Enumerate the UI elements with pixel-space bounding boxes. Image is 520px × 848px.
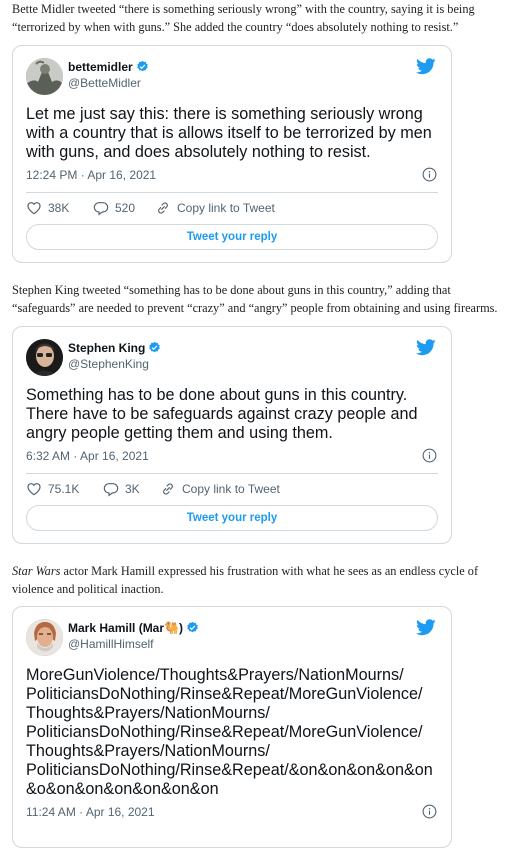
link-icon — [160, 481, 176, 497]
tweet-timestamp[interactable]: 11:24 AM · Apr 16, 2021 — [26, 805, 155, 819]
twitter-bird-icon[interactable] — [416, 619, 436, 641]
tweet-actions: 75.1K 3K Copy link to Tweet — [26, 479, 436, 499]
copy-link-button[interactable]: Copy link to Tweet — [160, 479, 280, 499]
tweet-header: bettemidler @BetteMidler — [26, 58, 436, 95]
article-paragraph-1: Bette Midler tweeted “there is something… — [12, 0, 517, 36]
display-name[interactable]: Mark Hamill (Mar🐫) — [68, 621, 199, 637]
tweet-timestamp[interactable]: 12:24 PM · Apr 16, 2021 — [26, 168, 156, 182]
like-button[interactable]: 38K — [26, 198, 69, 218]
tweet-text: MoreGunViolence/Thoughts&Prayers/NationM… — [26, 666, 433, 798]
like-count: 38K — [48, 201, 70, 215]
tweet-timestamp[interactable]: 6:32 AM · Apr 16, 2021 — [26, 449, 149, 463]
copy-link-button[interactable]: Copy link to Tweet — [155, 198, 275, 218]
embedded-tweet-stephenking[interactable]: Stephen King @StephenKing Something has … — [12, 326, 452, 544]
info-icon[interactable] — [422, 448, 437, 468]
display-name[interactable]: Stephen King — [68, 341, 161, 357]
paragraph-text: actor Mark Hamill expressed his frustrat… — [12, 564, 479, 596]
article-paragraph-2: Stephen King tweeted “something has to b… — [12, 281, 517, 317]
copy-link-label: Copy link to Tweet — [177, 201, 275, 215]
embedded-tweet-bettemidler[interactable]: bettemidler @BetteMidler Let me just say… — [12, 45, 452, 263]
divider — [26, 473, 438, 474]
tweet-header: Stephen King @StephenKing — [26, 339, 436, 376]
heart-icon — [26, 481, 42, 497]
user-handle[interactable]: @HamillHimself — [68, 637, 154, 651]
reply-button[interactable]: 3K — [103, 479, 140, 499]
embedded-tweet-hamillhimself[interactable]: Mark Hamill (Mar🐫) @HamillHimself MoreGu… — [12, 606, 452, 848]
info-icon[interactable] — [422, 804, 437, 824]
avatar[interactable] — [26, 619, 63, 656]
twitter-bird-icon[interactable] — [416, 339, 436, 361]
film-title: Star Wars — [12, 564, 61, 578]
article-paragraph-3: Star Wars actor Mark Hamill expressed hi… — [12, 562, 517, 598]
user-handle[interactable]: @StephenKing — [68, 357, 149, 371]
reply-count: 3K — [125, 482, 140, 496]
reply-button[interactable]: 520 — [93, 198, 135, 218]
twitter-bird-icon[interactable] — [416, 58, 436, 80]
reply-count: 520 — [115, 201, 136, 215]
reply-bubble-icon — [103, 481, 119, 497]
verified-badge-icon — [136, 60, 149, 76]
tweet-actions: 38K 520 Copy link to Tweet — [26, 198, 436, 218]
reply-bubble-icon — [93, 200, 109, 216]
tweet-your-reply-button[interactable]: Tweet your reply — [26, 505, 438, 531]
avatar[interactable] — [26, 339, 63, 376]
avatar[interactable] — [26, 58, 63, 95]
user-handle[interactable]: @BetteMidler — [68, 76, 141, 90]
info-icon[interactable] — [422, 167, 437, 187]
paragraph-text: Bette Midler tweeted “there is something… — [12, 2, 475, 34]
tweet-text: Something has to be done about guns in t… — [26, 386, 418, 442]
display-name[interactable]: bettemidler — [68, 60, 149, 76]
heart-icon — [26, 200, 42, 216]
tweet-your-reply-button[interactable]: Tweet your reply — [26, 224, 438, 250]
verified-badge-icon — [148, 341, 161, 357]
copy-link-label: Copy link to Tweet — [182, 482, 280, 496]
link-icon — [155, 200, 171, 216]
verified-badge-icon — [186, 621, 199, 637]
like-count: 75.1K — [48, 482, 80, 496]
like-button[interactable]: 75.1K — [26, 479, 79, 499]
divider — [26, 192, 438, 193]
tweet-header: Mark Hamill (Mar🐫) @HamillHimself — [26, 619, 436, 656]
tweet-text: Let me just say this: there is something… — [26, 105, 432, 161]
paragraph-text: Stephen King tweeted “something has to b… — [12, 283, 498, 315]
